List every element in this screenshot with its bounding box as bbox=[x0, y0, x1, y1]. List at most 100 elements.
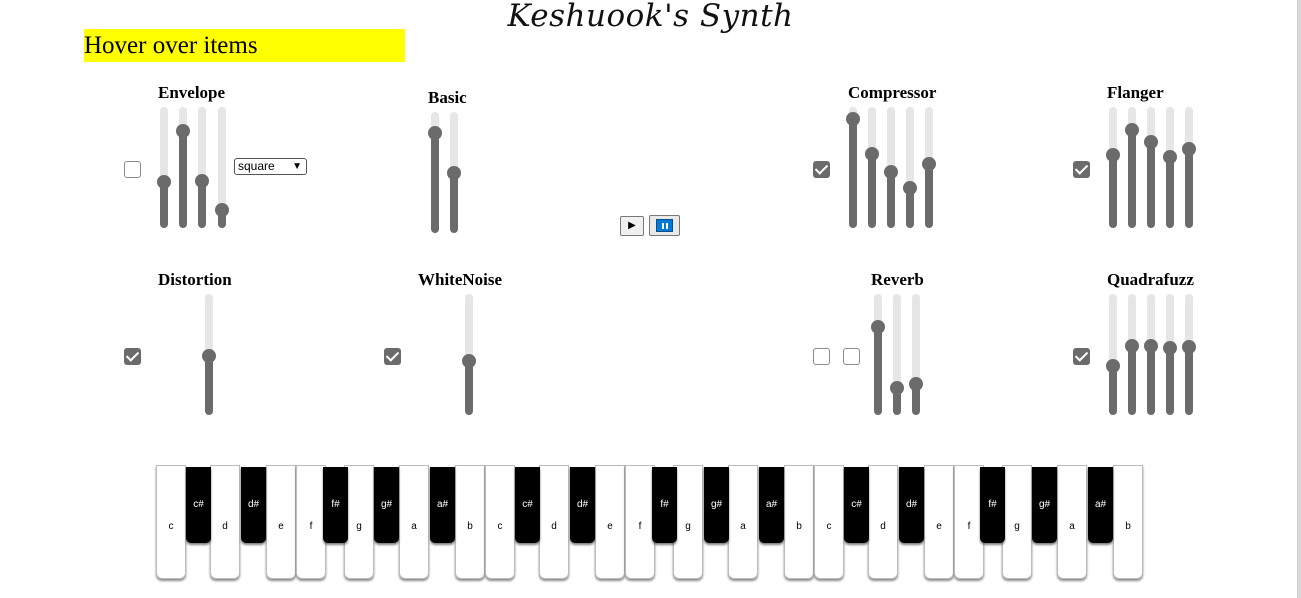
black-key-f-sharp[interactable]: f# bbox=[323, 467, 348, 543]
white-key-b[interactable]: b bbox=[1113, 465, 1143, 579]
black-key-d-sharp[interactable]: d# bbox=[899, 467, 924, 543]
black-key-a-sharp[interactable]: a# bbox=[759, 467, 784, 543]
slider-thumb[interactable] bbox=[202, 349, 216, 363]
black-key-d-sharp[interactable]: d# bbox=[241, 467, 266, 543]
compressor-enable-checkbox[interactable] bbox=[813, 161, 830, 178]
reverb-slider-1[interactable] bbox=[871, 294, 885, 415]
slider-thumb[interactable] bbox=[922, 157, 936, 171]
flanger-slider-2[interactable] bbox=[1125, 107, 1139, 228]
pause-button[interactable] bbox=[649, 215, 680, 236]
compressor-slider-3[interactable] bbox=[884, 107, 898, 228]
slider-thumb[interactable] bbox=[1125, 339, 1139, 353]
quadrafuzz-slider-3[interactable] bbox=[1144, 294, 1158, 415]
basic-slider-1[interactable] bbox=[428, 112, 442, 233]
white-key-e[interactable]: e bbox=[266, 465, 296, 579]
white-key-e[interactable]: e bbox=[924, 465, 954, 579]
distortion-slider-1[interactable] bbox=[202, 294, 216, 415]
slider-thumb[interactable] bbox=[903, 181, 917, 195]
slider-thumb[interactable] bbox=[1144, 339, 1158, 353]
envelope-slider-1[interactable] bbox=[157, 107, 171, 228]
white-key-f[interactable]: f bbox=[625, 465, 655, 579]
white-key-c[interactable]: c bbox=[485, 465, 515, 579]
flanger-slider-5[interactable] bbox=[1182, 107, 1196, 228]
slider-thumb[interactable] bbox=[1106, 148, 1120, 162]
white-key-g[interactable]: g bbox=[344, 465, 374, 579]
white-key-b[interactable]: b bbox=[784, 465, 814, 579]
white-key-g[interactable]: g bbox=[1002, 465, 1032, 579]
slider-thumb[interactable] bbox=[195, 174, 209, 188]
page-scrollbar[interactable] bbox=[1297, 0, 1301, 598]
slider-thumb[interactable] bbox=[1125, 123, 1139, 137]
black-key-a-sharp[interactable]: a# bbox=[430, 467, 455, 543]
slider-thumb[interactable] bbox=[1182, 340, 1196, 354]
slider-thumb[interactable] bbox=[846, 112, 860, 126]
white-key-d[interactable]: d bbox=[210, 465, 240, 579]
envelope-enable-checkbox[interactable] bbox=[124, 161, 141, 178]
reverb-toggle-1-checkbox[interactable] bbox=[813, 348, 830, 365]
white-key-e[interactable]: e bbox=[595, 465, 625, 579]
slider-thumb[interactable] bbox=[1182, 142, 1196, 156]
waveform-select[interactable]: square ▼ bbox=[234, 158, 307, 175]
slider-thumb[interactable] bbox=[890, 381, 904, 395]
black-key-d-sharp[interactable]: d# bbox=[570, 467, 595, 543]
whitenoise-slider-1[interactable] bbox=[462, 294, 476, 415]
whitenoise-enable-checkbox[interactable] bbox=[384, 348, 401, 365]
envelope-slider-2[interactable] bbox=[176, 107, 190, 228]
black-key-c-sharp[interactable]: c# bbox=[844, 467, 869, 543]
slider-thumb[interactable] bbox=[215, 203, 229, 217]
slider-thumb[interactable] bbox=[447, 166, 461, 180]
slider-fill bbox=[1128, 346, 1136, 415]
white-key-f[interactable]: f bbox=[296, 465, 326, 579]
white-key-c[interactable]: c bbox=[814, 465, 844, 579]
black-key-g-sharp[interactable]: g# bbox=[374, 467, 399, 543]
distortion-enable-checkbox[interactable] bbox=[124, 348, 141, 365]
white-key-d[interactable]: d bbox=[539, 465, 569, 579]
slider-thumb[interactable] bbox=[909, 377, 923, 391]
envelope-slider-3[interactable] bbox=[195, 107, 209, 228]
white-key-a[interactable]: a bbox=[399, 465, 429, 579]
black-key-a-sharp[interactable]: a# bbox=[1088, 467, 1113, 543]
envelope-slider-4[interactable] bbox=[215, 107, 229, 228]
flanger-enable-checkbox[interactable] bbox=[1073, 161, 1090, 178]
quadrafuzz-slider-1[interactable] bbox=[1106, 294, 1120, 415]
white-key-d[interactable]: d bbox=[868, 465, 898, 579]
flanger-slider-4[interactable] bbox=[1163, 107, 1177, 228]
black-key-f-sharp[interactable]: f# bbox=[980, 467, 1005, 543]
white-key-a[interactable]: a bbox=[728, 465, 758, 579]
slider-thumb[interactable] bbox=[1163, 341, 1177, 355]
white-key-a[interactable]: a bbox=[1057, 465, 1087, 579]
black-key-g-sharp[interactable]: g# bbox=[1032, 467, 1057, 543]
slider-thumb[interactable] bbox=[865, 147, 879, 161]
slider-thumb[interactable] bbox=[1106, 359, 1120, 373]
slider-thumb[interactable] bbox=[462, 354, 476, 368]
reverb-slider-2[interactable] bbox=[890, 294, 904, 415]
quadrafuzz-slider-5[interactable] bbox=[1182, 294, 1196, 415]
black-key-f-sharp[interactable]: f# bbox=[652, 467, 677, 543]
compressor-slider-2[interactable] bbox=[865, 107, 879, 228]
white-key-c[interactable]: c bbox=[156, 465, 186, 579]
play-button[interactable]: ▶ bbox=[620, 216, 644, 236]
compressor-slider-5[interactable] bbox=[922, 107, 936, 228]
black-key-g-sharp[interactable]: g# bbox=[704, 467, 729, 543]
compressor-slider-1[interactable] bbox=[846, 107, 860, 228]
slider-thumb[interactable] bbox=[1163, 150, 1177, 164]
black-key-c-sharp[interactable]: c# bbox=[515, 467, 540, 543]
compressor-slider-4[interactable] bbox=[903, 107, 917, 228]
black-key-c-sharp[interactable]: c# bbox=[186, 467, 211, 543]
slider-thumb[interactable] bbox=[884, 165, 898, 179]
reverb-toggle-2-checkbox[interactable] bbox=[843, 348, 860, 365]
flanger-slider-1[interactable] bbox=[1106, 107, 1120, 228]
reverb-slider-3[interactable] bbox=[909, 294, 923, 415]
quadrafuzz-slider-2[interactable] bbox=[1125, 294, 1139, 415]
slider-thumb[interactable] bbox=[1144, 135, 1158, 149]
quadrafuzz-enable-checkbox[interactable] bbox=[1073, 348, 1090, 365]
quadrafuzz-slider-4[interactable] bbox=[1163, 294, 1177, 415]
slider-thumb[interactable] bbox=[176, 124, 190, 138]
flanger-slider-3[interactable] bbox=[1144, 107, 1158, 228]
white-key-g[interactable]: g bbox=[673, 465, 703, 579]
slider-thumb[interactable] bbox=[157, 175, 171, 189]
basic-slider-2[interactable] bbox=[447, 112, 461, 233]
slider-thumb[interactable] bbox=[871, 320, 885, 334]
white-key-b[interactable]: b bbox=[455, 465, 485, 579]
slider-thumb[interactable] bbox=[428, 126, 442, 140]
